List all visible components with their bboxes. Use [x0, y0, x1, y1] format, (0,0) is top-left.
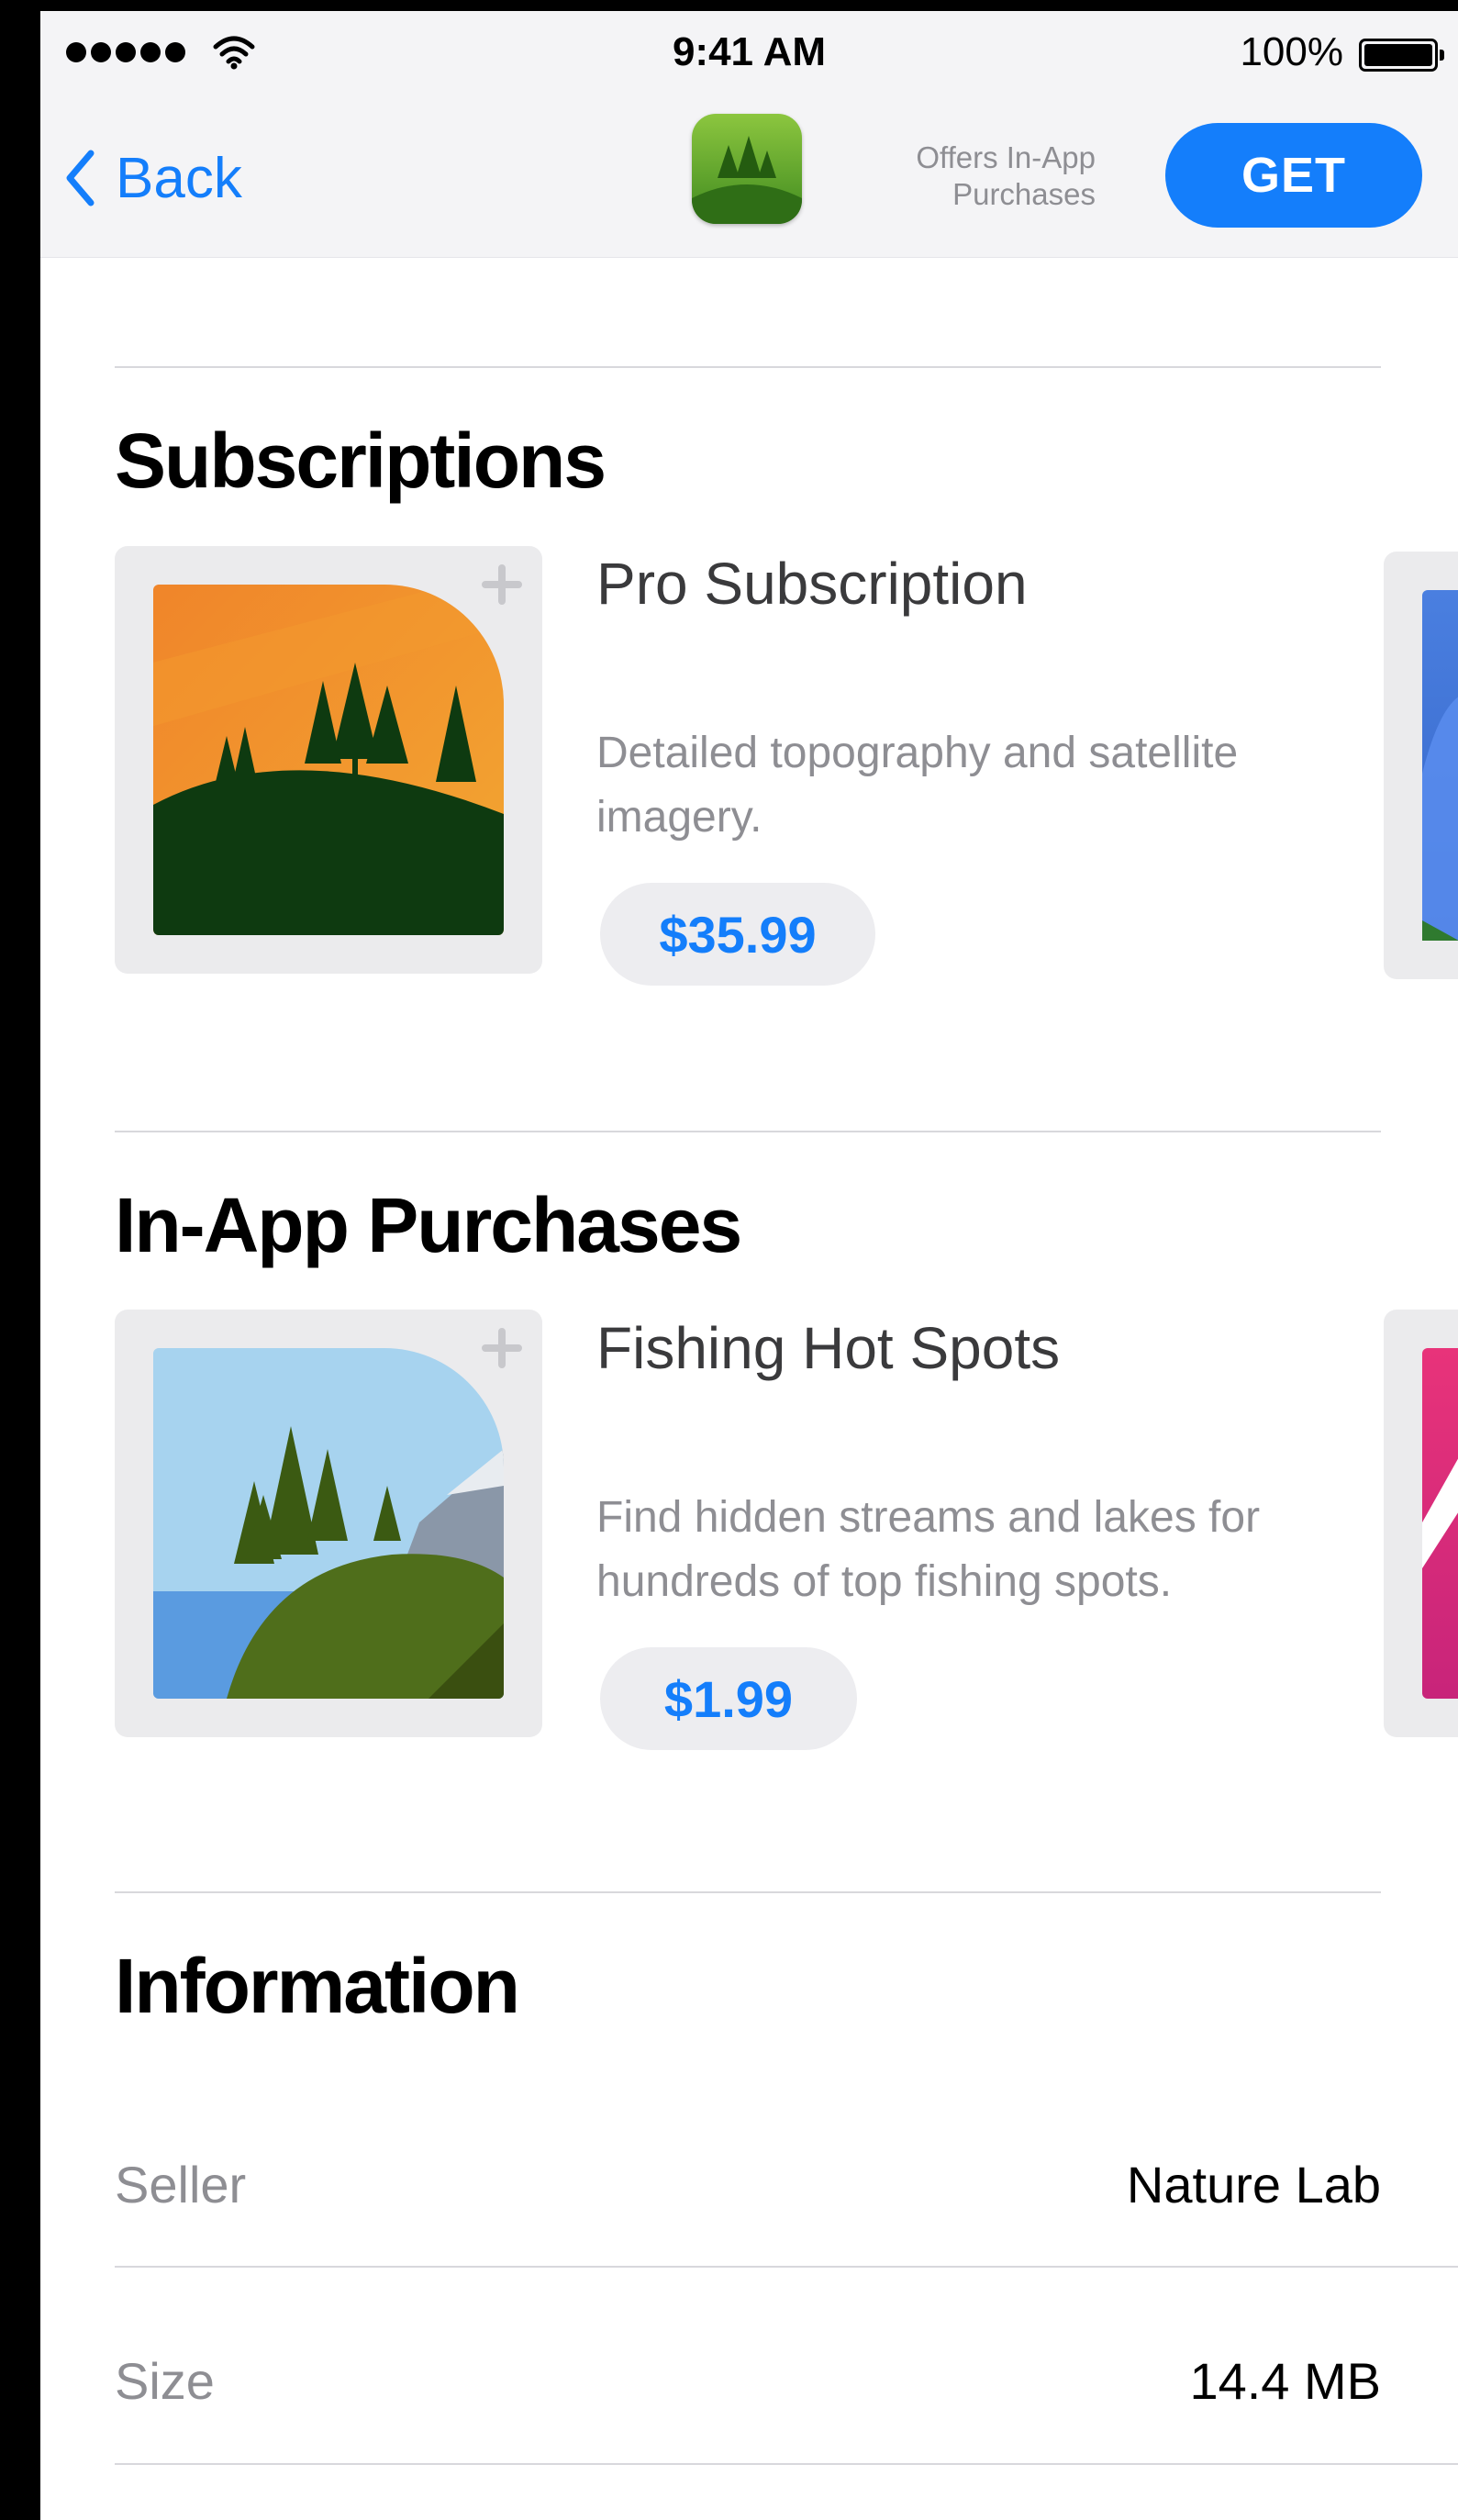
- back-button-label: Back: [116, 146, 242, 210]
- forest-app-icon: [692, 114, 802, 224]
- info-row-size: Size 14.4 MB: [115, 2330, 1381, 2431]
- info-label: Seller: [115, 2155, 247, 2213]
- app-detail-screen: 9:41 AM 100% Back Offers In-App Purchase…: [40, 11, 1458, 2520]
- chevron-left-icon: [66, 150, 95, 206]
- sunset-forest-hill-image: [153, 585, 504, 935]
- battery-percentage: 100%: [1240, 29, 1343, 74]
- subscription-item-title: Pro Subscription: [596, 551, 1028, 617]
- in-app-purchases-note: Offers In-App Purchases: [916, 140, 1096, 211]
- lake-forest-image: [153, 1348, 504, 1699]
- section-divider: [115, 1131, 1381, 1132]
- subscription-item-description: Detailed topography and satellite imager…: [596, 729, 1239, 842]
- pro-subscription-card[interactable]: [115, 546, 542, 974]
- next-iap-image: [1422, 1348, 1458, 1699]
- plus-icon: [482, 564, 522, 605]
- next-subscription-image: [1422, 590, 1458, 941]
- subscription-price-button[interactable]: $35.99: [600, 883, 875, 986]
- subscriptions-heading: Subscriptions: [115, 418, 607, 504]
- iap-item-title: Fishing Hot Spots: [596, 1315, 1061, 1381]
- battery-icon: [1359, 39, 1444, 72]
- section-divider: [115, 1891, 1381, 1893]
- info-label: Size: [115, 2351, 215, 2410]
- navigation-bar: 9:41 AM 100% Back Offers In-App Purchase…: [40, 11, 1458, 258]
- iap-item-description: Find hidden streams and lakes for hundre…: [596, 1493, 1261, 1606]
- iap-price-button[interactable]: $1.99: [600, 1647, 857, 1750]
- info-value: 14.4 MB: [1189, 2351, 1381, 2410]
- next-subscription-card[interactable]: [1384, 552, 1458, 979]
- row-divider: [115, 2266, 1458, 2268]
- row-divider: [115, 2463, 1458, 2465]
- plus-icon: [482, 1328, 522, 1368]
- back-button[interactable]: Back: [64, 132, 242, 224]
- info-value: Nature Lab: [1126, 2155, 1381, 2213]
- get-button[interactable]: GET: [1165, 123, 1422, 228]
- info-row-seller: Seller Nature Lab: [115, 2134, 1381, 2235]
- in-app-purchases-heading: In-App Purchases: [115, 1182, 742, 1268]
- information-heading: Information: [115, 1943, 520, 2029]
- fishing-hot-spots-card[interactable]: [115, 1310, 542, 1737]
- next-iap-card[interactable]: [1384, 1310, 1458, 1737]
- section-divider: [115, 366, 1381, 368]
